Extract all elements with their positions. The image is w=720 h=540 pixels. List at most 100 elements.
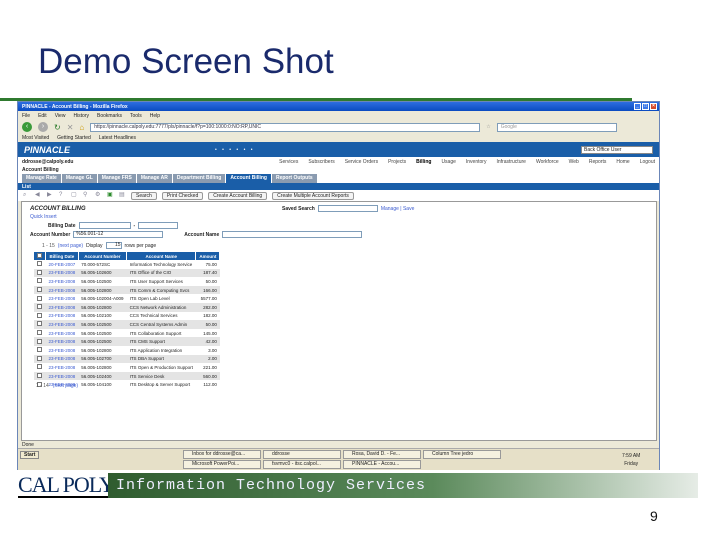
top-link-home[interactable]: Home [616,159,629,165]
top-link-usage[interactable]: Usage [441,159,455,165]
top-link-projects[interactable]: Projects [388,159,406,165]
table-next-link[interactable]: (next page) [53,383,78,389]
cell-billing-date[interactable]: 23-FEB-2008 [46,277,79,286]
cell-billing-date[interactable]: 23-FEB-2008 [46,329,79,338]
help-icon[interactable]: ? [59,192,66,199]
star-icon[interactable]: ☆ [486,124,490,130]
row-checkbox[interactable] [34,277,46,286]
start-button[interactable]: Start [20,451,40,459]
minimize-button[interactable]: _ [634,103,641,110]
top-link-reports[interactable]: Reports [589,159,607,165]
maximize-button[interactable]: □ [642,103,649,110]
task-pinnacle[interactable]: PINNACLE - Accou... [343,460,421,469]
reload-icon[interactable]: ↻ [54,123,61,132]
row-checkbox[interactable] [34,337,46,346]
col-billing-date[interactable]: Billing Date [45,252,79,260]
cell-billing-date[interactable]: 23-FEB-2008 [46,294,79,303]
task-ddrosse[interactable]: ddrosse [263,450,341,459]
col-amount[interactable]: Amount [195,252,221,260]
col-account-name[interactable]: Account Name [126,252,197,260]
row-checkbox[interactable] [34,260,46,269]
top-link-infrastructure[interactable]: Infrastructure [496,159,525,165]
row-checkbox[interactable] [34,294,46,303]
url-input[interactable]: https://pinnacle.calpoly.edu:7777/pls/pi… [90,122,481,132]
menu-file[interactable]: File [22,113,30,119]
cell-billing-date[interactable]: 20-FEB-2007 [46,260,79,269]
row-checkbox[interactable] [34,320,46,329]
task-rosa[interactable]: Rosa, David D. - Fe... [343,450,421,459]
task-powerpoint[interactable]: Microsoft PowerPoi... [183,460,261,469]
billing-date-from[interactable] [78,222,131,229]
cell-billing-date[interactable]: 23-FEB-2008 [46,346,79,355]
cell-billing-date[interactable]: 23-FEB-2008 [45,354,79,364]
role-select[interactable]: Back Office User [581,145,653,154]
top-link-logout[interactable]: Logout [640,159,655,165]
top-link-billing[interactable]: Billing [416,159,431,165]
row-checkbox[interactable] [34,329,46,338]
top-link-web[interactable]: Web [569,159,579,165]
row-checkbox[interactable] [34,302,46,312]
close-button[interactable]: × [650,103,657,110]
top-link-service-orders[interactable]: Service Orders [345,159,378,165]
forward-icon[interactable]: › [38,122,48,132]
back-icon[interactable]: ‹ [22,122,32,132]
menu-help[interactable]: Help [150,113,160,119]
select-all-checkbox[interactable] [34,252,46,260]
menu-history[interactable]: History [73,113,89,119]
row-checkbox[interactable] [34,354,46,364]
cell-billing-date[interactable]: 23-FEB-2008 [45,320,79,329]
tab-manage-gl[interactable]: Manage GL [61,173,97,183]
filter-icon[interactable]: ⚲ [83,192,90,199]
account-number-input[interactable]: %56.001-12 [73,231,164,238]
menu-tools[interactable]: Tools [130,113,142,119]
tab-manage-frs[interactable]: Manage FRS [97,173,136,183]
row-checkbox[interactable] [34,363,46,372]
cell-billing-date[interactable]: 23-FEB-2008 [45,285,79,295]
excel-icon[interactable]: ▣ [107,192,114,199]
menu-bookmarks[interactable]: Bookmarks [97,113,122,119]
create-multiple-reports-button[interactable]: Create Multiple Account Reports [272,191,354,200]
row-checkbox[interactable] [34,371,46,381]
tab-account-billing[interactable]: Account Billing [226,173,271,183]
search-input[interactable]: Google [496,122,617,132]
print-icon[interactable]: ▤ [119,192,126,199]
document-icon[interactable]: ▢ [71,192,78,199]
row-checkbox[interactable] [34,346,46,355]
cell-billing-date[interactable]: 23-FEB-2008 [45,302,79,312]
task-inbox[interactable]: Inbox for ddrosse@ca... [183,450,261,459]
next-page-icon[interactable]: ▶ [47,192,54,199]
task-fsvmvc0[interactable]: fsvmvc0 - itsc.calpol... [263,460,341,469]
tab-department-billing[interactable]: Department Billing [172,173,226,183]
quick-insert-link[interactable]: Quick Insert [30,214,57,220]
rows-per-page-input[interactable]: 15 [105,242,122,249]
manage-save-links[interactable]: Manage | Save [381,206,415,212]
tab-manage-rate[interactable]: Manage Rate [22,173,61,183]
bookmark-latest-headlines[interactable]: Latest Headlines [99,135,136,141]
top-link-services[interactable]: Services [279,159,298,165]
menu-view[interactable]: View [55,113,66,119]
bookmark-most-visited[interactable]: Most Visited [22,135,49,141]
task-column-tree[interactable]: Column Tree jedro [423,450,501,459]
row-checkbox[interactable] [34,285,46,295]
tab-manage-ar[interactable]: Manage AR [136,173,172,183]
stop-icon[interactable]: ✕ [67,123,74,132]
top-link-subscribers[interactable]: Subscribers [308,159,334,165]
account-name-input[interactable] [222,231,363,238]
search-button[interactable]: Search [131,191,157,200]
home-icon[interactable]: ⌂ [79,123,84,132]
row-checkbox[interactable] [34,268,46,278]
create-account-billing-button[interactable]: Create Account Billing [208,191,268,200]
cell-billing-date[interactable]: 23-FEB-2008 [45,371,79,381]
col-account-number[interactable]: Account Number [78,252,128,260]
cell-billing-date[interactable]: 23-FEB-2008 [46,312,79,321]
pager-next-link[interactable]: (next page) [58,243,83,249]
cell-billing-date[interactable]: 23-FEB-2008 [46,363,79,372]
top-link-inventory[interactable]: Inventory [466,159,487,165]
cell-billing-date[interactable]: 23-FEB-2008 [45,337,79,346]
billing-date-to[interactable] [138,222,179,229]
tab-report-outputs[interactable]: Report Outputs [271,173,317,183]
print-checked-button[interactable]: Print Checked [161,191,204,200]
row-checkbox[interactable] [34,312,46,321]
bookmark-getting-started[interactable]: Getting Started [57,135,91,141]
settings-icon[interactable]: ⚙ [95,192,102,199]
